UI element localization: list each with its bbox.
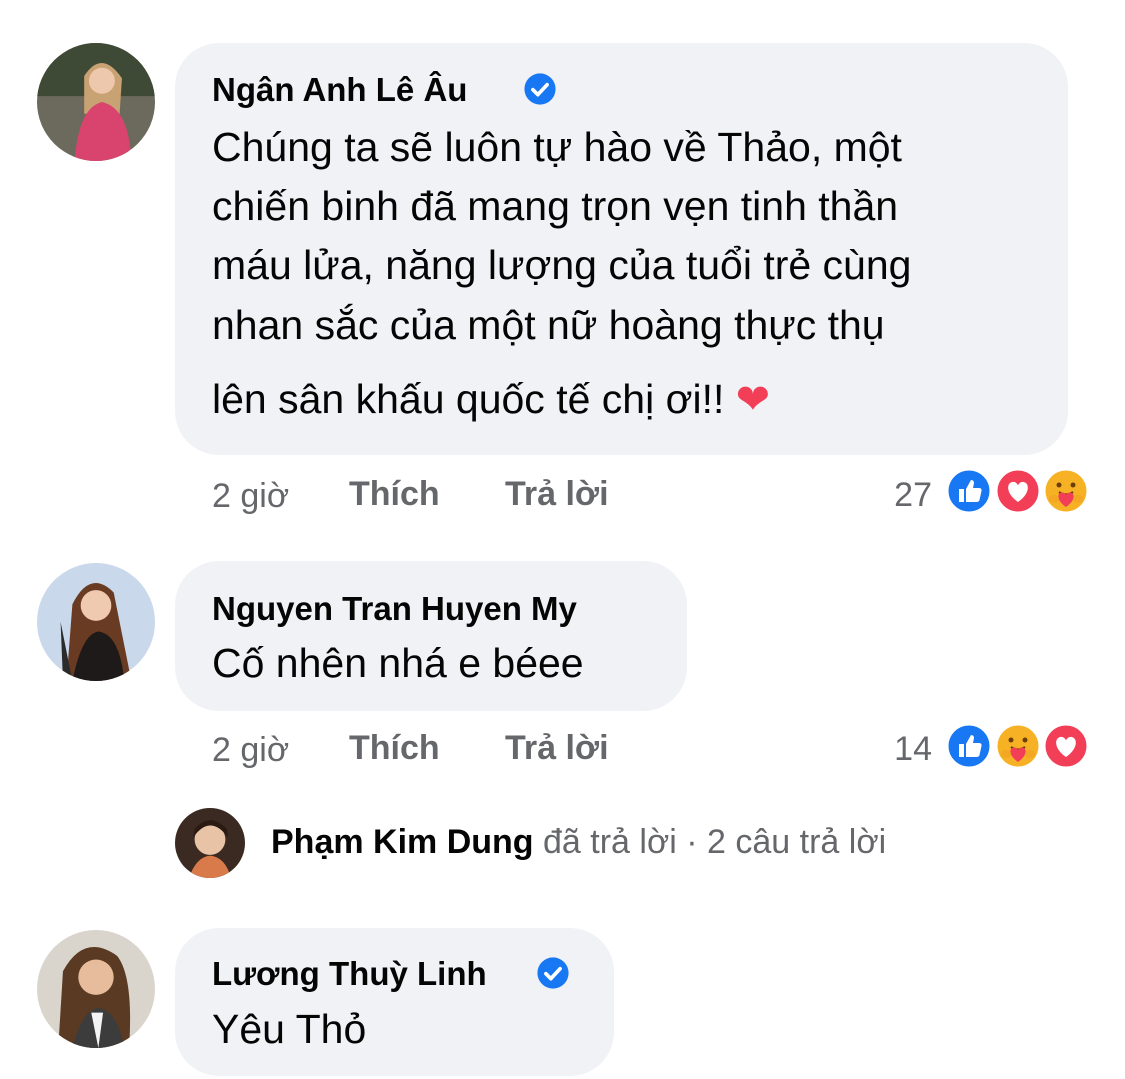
comment-text-line: chiến binh đã mang trọn vẹn tinh thần	[212, 183, 899, 229]
view-replies-link[interactable]: Phạm Kim Dung đã trả lời · 2 câu trả lời	[271, 822, 886, 862]
care-icon[interactable]	[994, 722, 1042, 770]
like-icon[interactable]	[945, 467, 993, 515]
like-button[interactable]: Thích	[349, 728, 440, 768]
avatar-thuy-linh[interactable]	[37, 930, 155, 1048]
like-button[interactable]: Thích	[349, 474, 440, 514]
comment-text-line: lên sân khấu quốc tế chị ơi!! ❤	[212, 375, 771, 423]
comment-time[interactable]: 2 giờ	[212, 476, 289, 516]
comment-text-line: Chúng ta sẽ luôn tự hào về Thảo, một	[212, 124, 902, 170]
reply-button[interactable]: Trả lời	[505, 474, 609, 514]
heart-emoji-icon: ❤	[735, 375, 771, 423]
reply-author: Phạm Kim Dung	[271, 823, 534, 861]
comment-author[interactable]: Nguyen Tran Huyen My	[212, 589, 577, 629]
comment-text: Cố nhên nhá e béee	[212, 640, 584, 686]
comment-author[interactable]: Lương Thuỳ Linh	[212, 954, 487, 994]
avatar-ngan-anh[interactable]	[37, 43, 155, 161]
comment-text-line: máu lửa, năng lượng của tuổi trẻ cùng	[212, 242, 912, 288]
reaction-count[interactable]: 27	[870, 475, 932, 515]
verified-badge-icon	[524, 73, 556, 105]
comment-time[interactable]: 2 giờ	[212, 730, 289, 770]
verified-badge-icon	[537, 957, 569, 989]
comment-text: Yêu Thỏ	[212, 1006, 367, 1052]
love-icon[interactable]	[1042, 722, 1090, 770]
comment-author[interactable]: Ngân Anh Lê Âu	[212, 70, 467, 110]
avatar-kim-dung[interactable]	[175, 808, 245, 878]
care-icon[interactable]	[1042, 467, 1090, 515]
comment-text-line: nhan sắc của một nữ hoàng thực thụ	[212, 302, 885, 348]
reply-summary-text: đã trả lời · 2 câu trả lời	[533, 823, 887, 861]
avatar-huyen-my[interactable]	[37, 563, 155, 681]
reaction-count[interactable]: 14	[870, 729, 932, 769]
love-icon[interactable]	[994, 467, 1042, 515]
like-icon[interactable]	[945, 722, 993, 770]
reply-button[interactable]: Trả lời	[505, 728, 609, 768]
